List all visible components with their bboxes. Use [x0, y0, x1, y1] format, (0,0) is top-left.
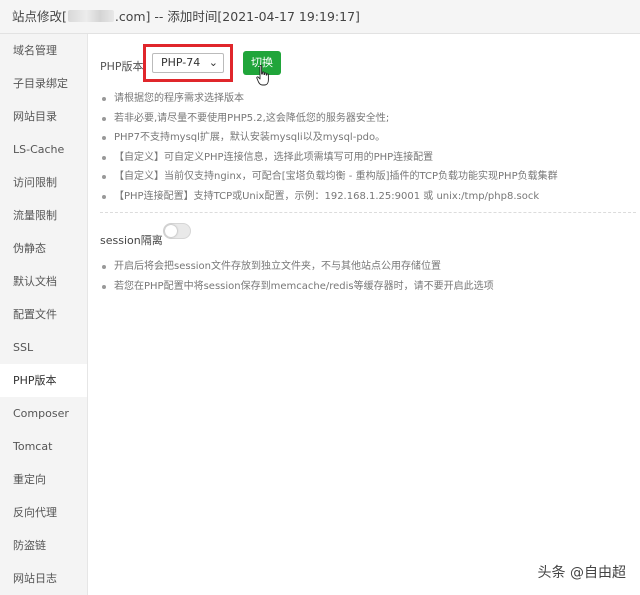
title-suffix: .com] -- 添加时间[2021-04-17 19:19:17] [114, 9, 360, 24]
sidebar-item-site-dir[interactable]: 网站目录 [0, 100, 87, 133]
sidebar-item-config-file[interactable]: 配置文件 [0, 298, 87, 331]
list-item: 【自定义】当前仅支持nginx，可配合[宝塔负载均衡 - 重构版]插件的TCP负… [100, 167, 558, 187]
sidebar-item-access-limit[interactable]: 访问限制 [0, 166, 87, 199]
list-item: 请根据您的程序需求选择版本 [100, 89, 558, 109]
php-tips-list: 请根据您的程序需求选择版本 若非必要,请尽量不要使用PHP5.2,这会降低您的服… [100, 89, 558, 207]
title-prefix: 站点修改[ [12, 9, 67, 24]
list-item: 若非必要,请尽量不要使用PHP5.2,这会降低您的服务器安全性; [100, 109, 558, 129]
list-item: 开启后将会把session文件存放到独立文件夹，不与其他站点公用存储位置 [100, 257, 494, 277]
sidebar-item-redirect[interactable]: 重定向 [0, 463, 87, 496]
sidebar-item-ls-cache[interactable]: LS-Cache [0, 133, 87, 166]
section-divider [100, 212, 636, 213]
list-item: 若您在PHP配置中将session保存到memcache/redis等缓存器时，… [100, 277, 494, 297]
list-item: PHP7不支持mysql扩展，默认安装mysqli以及mysql-pdo。 [100, 128, 558, 148]
hand-pointer-icon [256, 65, 269, 86]
sidebar-item-reverse-proxy[interactable]: 反向代理 [0, 496, 87, 529]
sidebar-item-rewrite[interactable]: 伪静态 [0, 232, 87, 265]
blurred-domain [67, 10, 114, 22]
sidebar: 域名管理 子目录绑定 网站目录 LS-Cache 访问限制 流量限制 伪静态 默… [0, 34, 88, 595]
sidebar-item-site-log[interactable]: 网站日志 [0, 562, 87, 595]
sidebar-item-hotlink-protect[interactable]: 防盗链 [0, 529, 87, 562]
sidebar-item-composer[interactable]: Composer [0, 397, 87, 430]
sidebar-item-traffic-limit[interactable]: 流量限制 [0, 199, 87, 232]
php-version-select[interactable]: PHP-74 ⌄ [152, 53, 224, 73]
sidebar-item-subdir-bind[interactable]: 子目录绑定 [0, 67, 87, 100]
php-version-value: PHP-74 [161, 56, 201, 69]
sidebar-item-default-doc[interactable]: 默认文档 [0, 265, 87, 298]
window-title: 站点修改[ .com] -- 添加时间[2021-04-17 19:19:17] [0, 0, 640, 34]
toggle-knob [165, 225, 177, 237]
list-item: 【PHP连接配置】支持TCP或Unix配置，示例：192.168.1.25:90… [100, 187, 558, 207]
sidebar-item-ssl[interactable]: SSL [0, 331, 87, 364]
php-version-label: PHP版本 [100, 60, 144, 73]
sidebar-item-domain-manage[interactable]: 域名管理 [0, 34, 87, 67]
highlight-frame: PHP-74 ⌄ [143, 44, 233, 82]
list-item: 【自定义】可自定义PHP连接信息，选择此项需填写可用的PHP连接配置 [100, 148, 558, 168]
sidebar-item-tomcat[interactable]: Tomcat [0, 430, 87, 463]
main-panel: PHP版本 PHP-74 ⌄ 切换 请根据您的程序需求选择版本 若非必要,请尽量… [88, 34, 640, 595]
session-isolation-toggle[interactable] [163, 223, 191, 239]
watermark: 头条 @自由超 [537, 565, 626, 581]
session-tips-list: 开启后将会把session文件存放到独立文件夹，不与其他站点公用存储位置 若您在… [100, 257, 494, 296]
sidebar-item-php-version[interactable]: PHP版本 [0, 364, 87, 397]
chevron-down-icon: ⌄ [208, 56, 218, 69]
session-isolation-label: session隔离 [100, 234, 163, 247]
